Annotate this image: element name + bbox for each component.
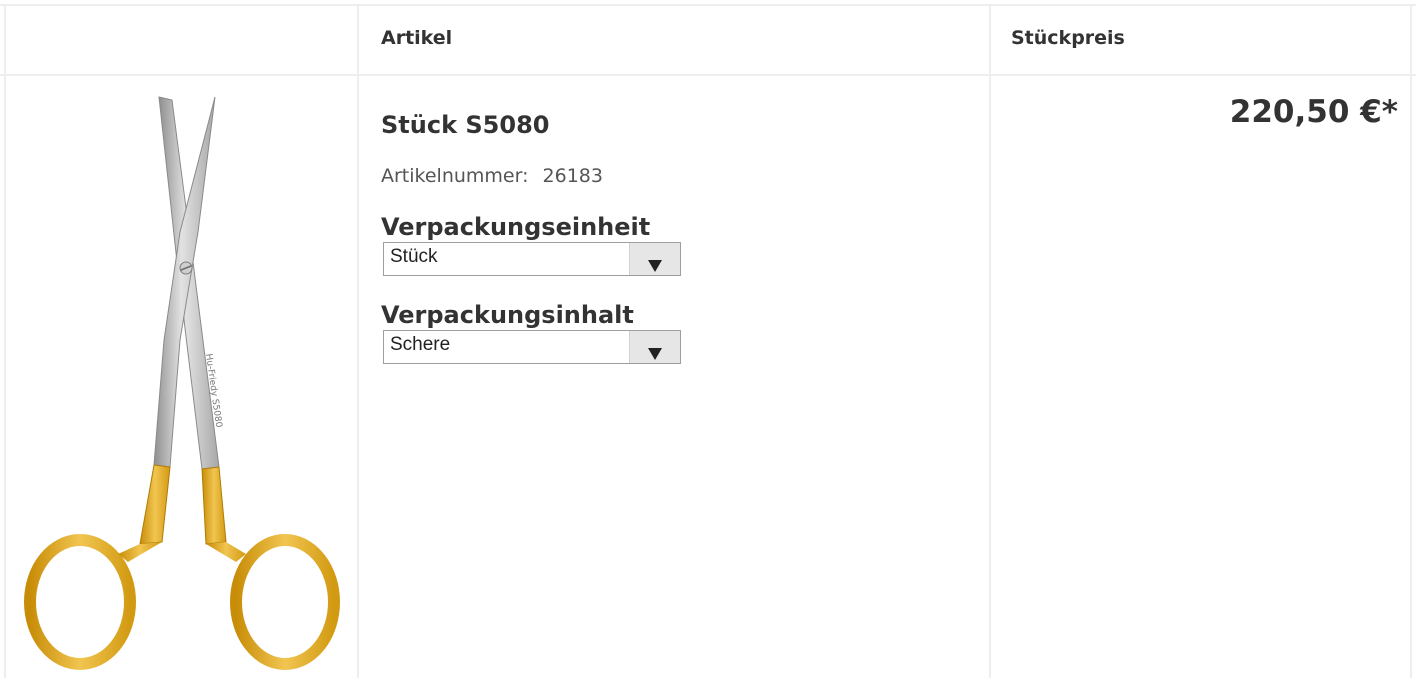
header-separator [0, 74, 1416, 76]
triangle-down-icon [648, 348, 662, 360]
packaging-unit-selected-value: Stück [390, 246, 438, 267]
unit-price: 220,50 €* [1229, 94, 1398, 130]
triangle-down-icon [648, 260, 662, 272]
article-number-line: Artikelnummer: 26183 [381, 162, 961, 190]
packaging-unit-dropdown-button[interactable] [629, 243, 680, 275]
column-header-article: Artikel [381, 27, 453, 49]
packaging-content-dropdown-button[interactable] [629, 331, 680, 363]
article-details: Stück S5080 Artikelnummer: 26183 Verpacku… [381, 108, 961, 388]
scissors-image: Hu-Friedy S5080 [24, 96, 340, 670]
packaging-content-label: Verpackungsinhalt [381, 301, 634, 329]
column-divider-article [989, 5, 991, 678]
column-divider-image [357, 5, 359, 678]
column-divider-right [1410, 5, 1412, 678]
article-number-value: 26183 [542, 165, 603, 187]
column-header-unit-price: Stückpreis [1011, 27, 1125, 49]
product-title[interactable]: Stück S5080 [381, 108, 961, 142]
packaging-content-selected-value: Schere [390, 334, 451, 355]
packaging-unit-label: Verpackungseinheit [381, 213, 651, 241]
packaging-unit-select[interactable]: Stück [383, 242, 681, 276]
table-top-border [0, 4, 1416, 6]
packaging-content-select[interactable]: Schere [383, 330, 681, 364]
product-table: Artikel Stückpreis Hu-Friedy S5080 Stück… [0, 0, 1416, 678]
column-divider-left [4, 5, 6, 678]
product-image[interactable]: Hu-Friedy S5080 [22, 92, 340, 672]
article-number-label: Artikelnummer: [381, 165, 529, 187]
